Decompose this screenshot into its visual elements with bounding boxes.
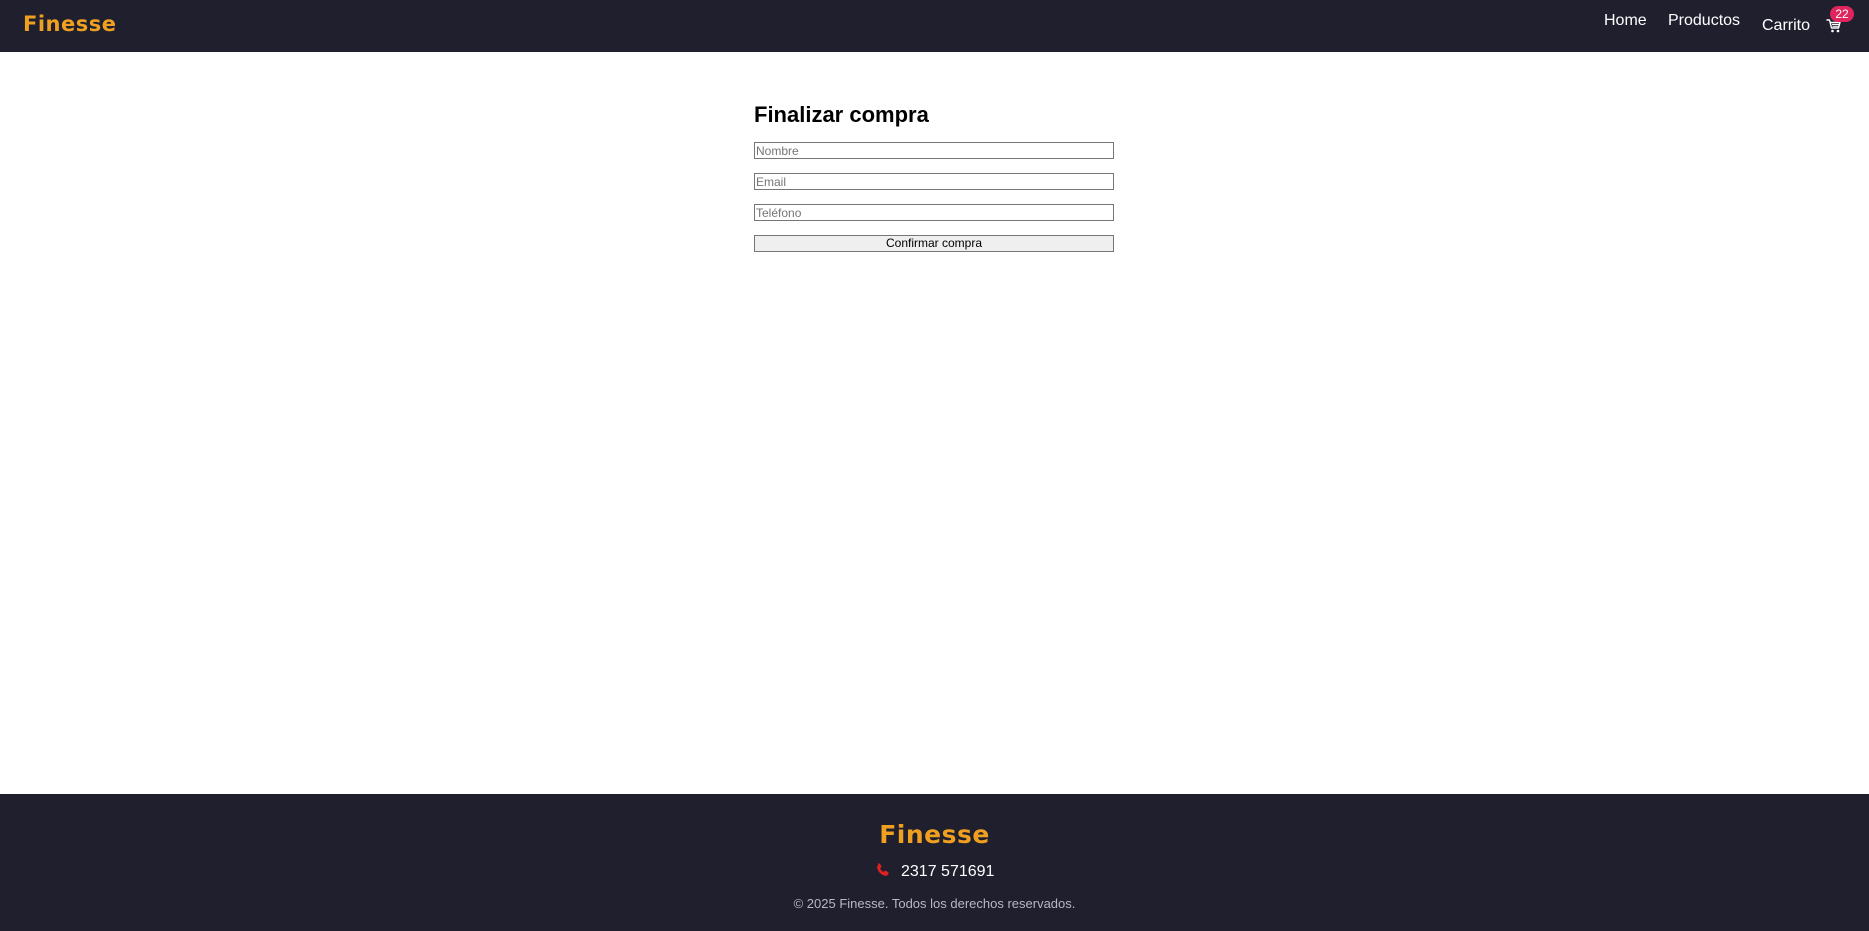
nav-cart-link[interactable]: Carrito [1762, 17, 1810, 35]
nav-products-link[interactable]: Productos [1668, 12, 1740, 30]
confirm-purchase-button[interactable]: Confirmar compra [754, 235, 1114, 252]
top-navbar: Finesse Home Productos Carrito 22 [0, 0, 1869, 52]
name-field[interactable] [754, 142, 1114, 159]
site-footer: Finesse 2317 571691 © 2025 Finesse. Todo… [0, 794, 1869, 931]
checkout-form: Finalizar compra Confirmar compra [754, 100, 1114, 252]
brand-logo[interactable]: Finesse [23, 12, 116, 36]
footer-phone-number: 2317 571691 [901, 863, 995, 880]
phone-field[interactable] [754, 204, 1114, 221]
footer-phone: 2317 571691 [0, 862, 1869, 881]
footer-copyright: © 2025 Finesse. Todos los derechos reser… [793, 896, 1076, 911]
nav-home-link[interactable]: Home [1604, 12, 1647, 30]
email-field[interactable] [754, 173, 1114, 190]
page-title: Finalizar compra [754, 102, 929, 127]
phone-icon [876, 863, 889, 876]
cart-count-badge: 22 [1830, 6, 1854, 22]
footer-brand: Finesse [879, 820, 990, 849]
